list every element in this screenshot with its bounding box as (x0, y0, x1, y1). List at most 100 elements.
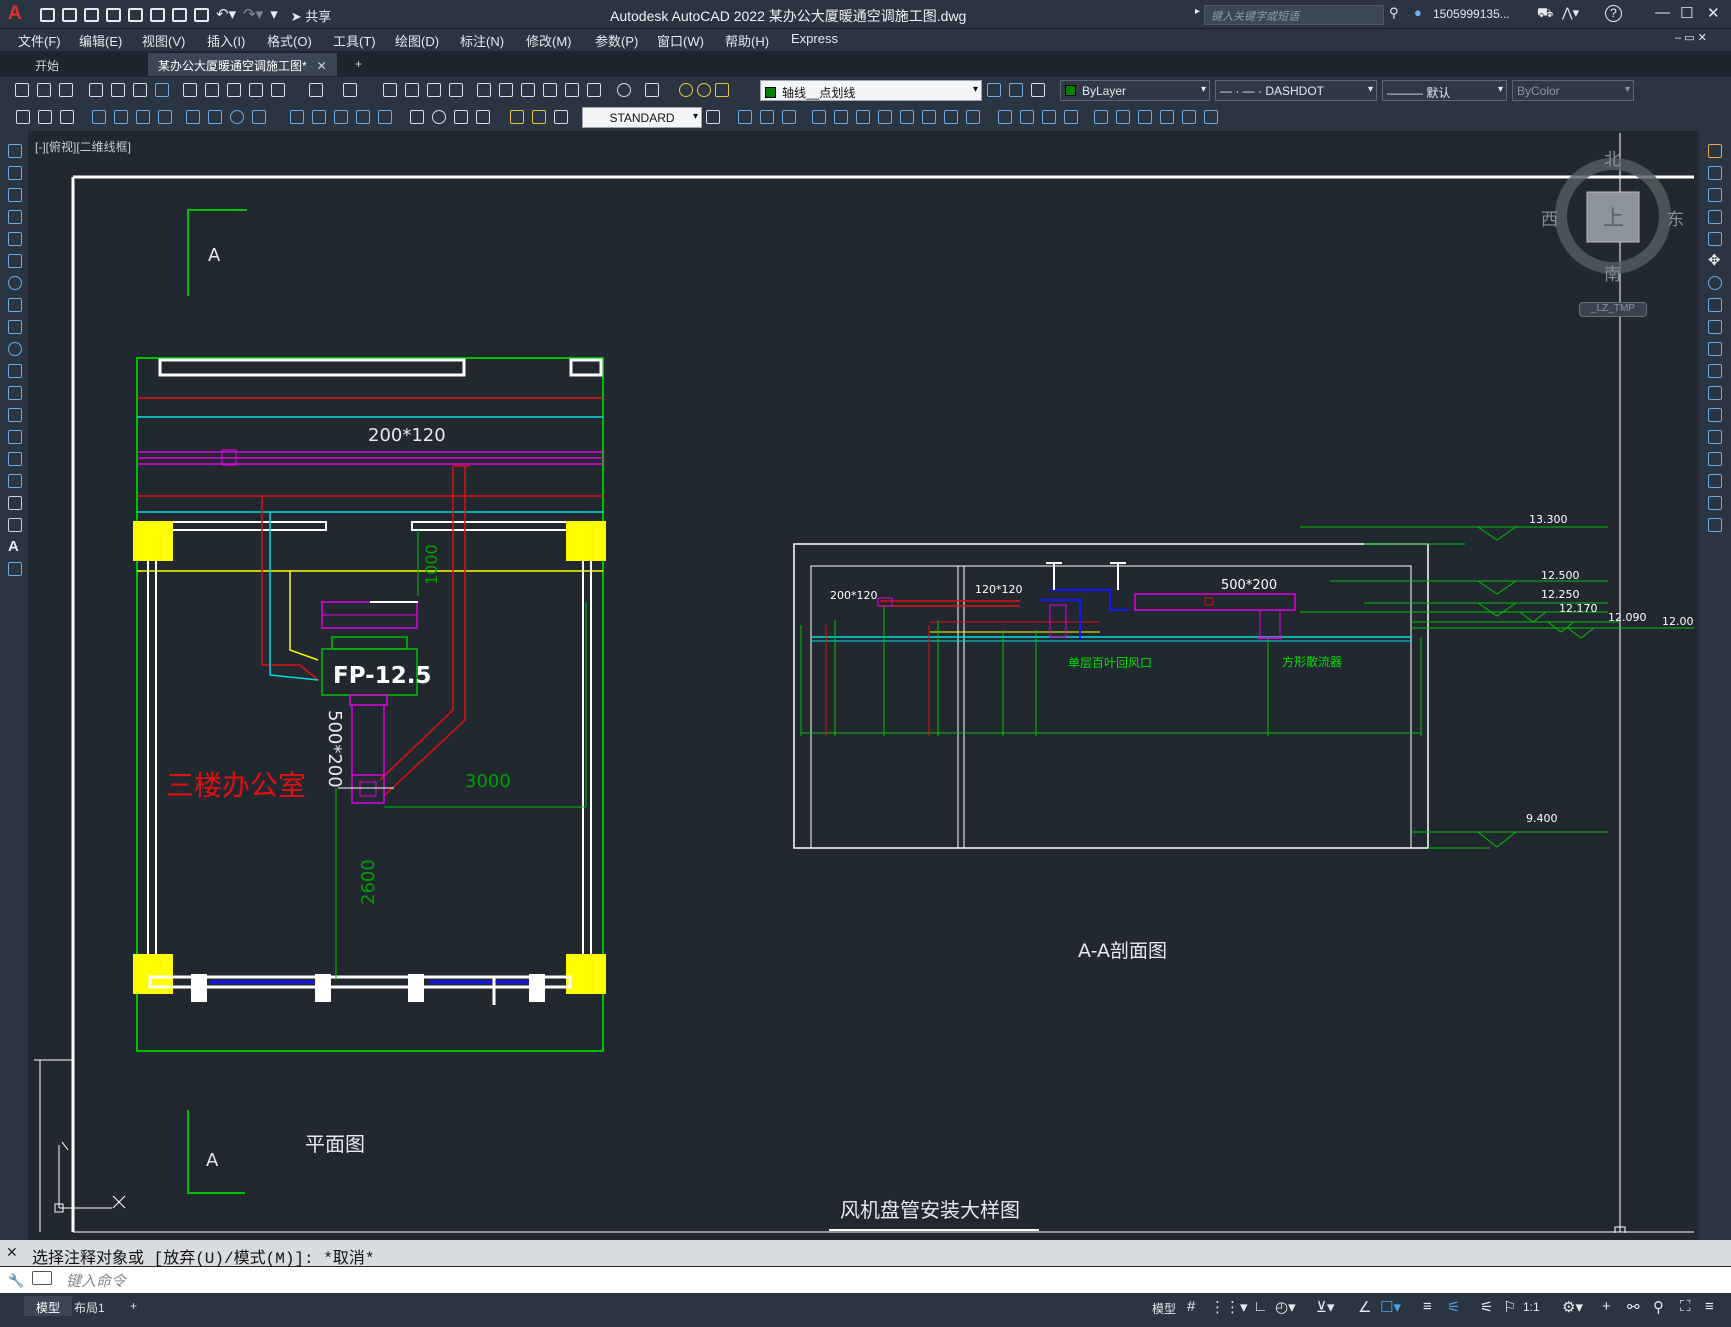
center-mark-icon[interactable] (432, 110, 446, 124)
add-selected-icon[interactable] (8, 562, 22, 576)
hatch-edit-icon[interactable] (60, 110, 74, 124)
layer-states-icon[interactable] (1031, 83, 1045, 97)
properties-icon[interactable] (477, 83, 491, 97)
lineweight-dropdown[interactable]: ——— 默认 ▾ (1382, 80, 1507, 101)
match-properties-icon[interactable] (249, 83, 263, 97)
extend-icon[interactable] (1708, 364, 1722, 378)
layer-unlock-icon[interactable] (715, 83, 729, 97)
move-icon[interactable] (738, 110, 752, 124)
units-icon[interactable]: ⚯ (1627, 1298, 1640, 1316)
markup-icon[interactable] (565, 83, 579, 97)
construction-line-icon[interactable] (8, 166, 22, 180)
arc-icon[interactable] (8, 254, 22, 268)
plot-icon[interactable] (89, 83, 103, 97)
aligned-dim-icon[interactable] (114, 110, 128, 124)
plot-preview-icon[interactable] (111, 83, 125, 97)
erase-icon[interactable] (1708, 144, 1722, 158)
spline-icon[interactable] (8, 320, 22, 334)
rotate-icon[interactable] (1708, 276, 1722, 290)
quickcalc-icon[interactable] (587, 83, 601, 97)
menu-window[interactable]: 窗口(W) (657, 31, 704, 50)
circle-icon[interactable] (8, 276, 22, 290)
undo-icon[interactable]: ↶▾ (216, 7, 236, 22)
ucs-menu[interactable]: _LZ_TMP (1579, 302, 1647, 317)
ellipse-arc-icon[interactable] (8, 364, 22, 378)
annotation-monitor-icon[interactable]: + (1602, 1298, 1611, 1315)
open-web-icon[interactable] (150, 8, 165, 22)
chamfer-icon[interactable] (1020, 110, 1034, 124)
object-snap-tracking-icon[interactable]: ∠ (1358, 1298, 1371, 1316)
menu-modify[interactable]: 修改(M) (526, 31, 572, 50)
stretch-icon[interactable] (1708, 320, 1722, 334)
offset-icon[interactable] (1708, 210, 1722, 224)
edit-text-icon[interactable] (16, 110, 30, 124)
menu-file[interactable]: 文件(F) (18, 31, 61, 50)
linetype-dropdown[interactable]: — · — · DASHDOT ▾ (1215, 80, 1377, 101)
hatch-icon[interactable] (8, 452, 22, 466)
auto-scale-icon[interactable]: ⚟ (1480, 1298, 1493, 1316)
offset-icon[interactable] (812, 110, 826, 124)
layer-properties-icon[interactable] (645, 83, 659, 97)
help-icon[interactable]: ? (1605, 5, 1622, 22)
doc-minimize-icon[interactable]: – ▭ ✕ (1675, 31, 1707, 44)
menu-tools[interactable]: 工具(T) (333, 31, 376, 50)
break-icon[interactable] (966, 110, 980, 124)
ordinate-dim-icon[interactable] (158, 110, 172, 124)
ortho-icon[interactable]: ∟ (1253, 1298, 1268, 1315)
insert-block-icon[interactable] (8, 386, 22, 400)
mirror-icon[interactable] (1708, 188, 1722, 202)
gradient-icon[interactable] (8, 474, 22, 488)
explode-icon[interactable] (1064, 110, 1078, 124)
make-block-icon[interactable] (8, 408, 22, 422)
chamfer-icon[interactable] (1708, 452, 1722, 466)
plot-icon[interactable] (194, 8, 209, 22)
search-icon[interactable]: ⚲ (1389, 5, 1399, 21)
tolerance-icon[interactable] (410, 110, 424, 124)
region-icon[interactable] (8, 496, 22, 510)
copy-icon[interactable] (1708, 166, 1722, 180)
polygon-icon[interactable] (8, 210, 22, 224)
isodraft-icon[interactable]: ⊻▾ (1316, 1298, 1335, 1316)
join-icon[interactable] (1708, 430, 1722, 444)
lineweight-icon[interactable]: ≡ (1423, 1298, 1432, 1315)
share-button[interactable]: ➤ 共享 (291, 6, 332, 25)
continue-dim-icon[interactable] (334, 110, 348, 124)
menu-help[interactable]: 帮助(H) (725, 31, 769, 50)
snap-icon[interactable]: ⋮⋮▾ (1210, 1298, 1248, 1316)
cut-icon[interactable] (183, 83, 197, 97)
xref-icon[interactable] (1160, 110, 1174, 124)
autodesk-a360-icon[interactable]: ⋀▾ (1562, 5, 1579, 21)
rotate-icon[interactable] (856, 110, 870, 124)
scale-icon[interactable] (878, 110, 892, 124)
viewcube-top-face[interactable]: 上 (1603, 202, 1624, 232)
viewport-controls[interactable]: [-][俯视][二维线框] (35, 138, 131, 155)
dim-text-edit-icon[interactable] (532, 110, 546, 124)
design-center-icon[interactable] (499, 83, 513, 97)
save-icon[interactable] (84, 8, 99, 22)
rectangle-icon[interactable] (8, 232, 22, 246)
menu-view[interactable]: 视图(V) (142, 31, 185, 50)
scale-icon[interactable] (1708, 298, 1722, 312)
save-icon[interactable] (59, 83, 73, 97)
baseline-dim-icon[interactable] (312, 110, 326, 124)
viewcube-east[interactable]: 东 (1667, 205, 1684, 230)
blend-curves-icon[interactable] (1708, 496, 1722, 510)
jogged-linear-icon[interactable] (476, 110, 490, 124)
block-editor-icon[interactable] (271, 83, 285, 97)
multiline-text-icon[interactable]: A (8, 539, 22, 554)
undo-icon[interactable] (309, 83, 323, 97)
jogged-dim-icon[interactable] (208, 110, 222, 124)
grid-icon[interactable]: # (1187, 1298, 1195, 1315)
line-icon[interactable] (8, 144, 22, 158)
viewcube[interactable]: 北 南 西 东 上 _LZ_TMP (1540, 150, 1690, 317)
customization-icon[interactable]: ≡ (1705, 1298, 1714, 1315)
new-icon[interactable] (40, 8, 55, 22)
command-close-icon[interactable]: ✕ (6, 1244, 18, 1261)
user-name[interactable]: 1505999135... (1433, 7, 1510, 21)
model-space-button[interactable]: 模型 (1152, 1300, 1176, 1317)
publish-icon[interactable] (133, 83, 147, 97)
dim-edit-icon[interactable] (510, 110, 524, 124)
viewcube-west[interactable]: 西 (1541, 205, 1558, 230)
command-recent-icon[interactable] (32, 1271, 52, 1285)
radius-dim-icon[interactable] (186, 110, 200, 124)
